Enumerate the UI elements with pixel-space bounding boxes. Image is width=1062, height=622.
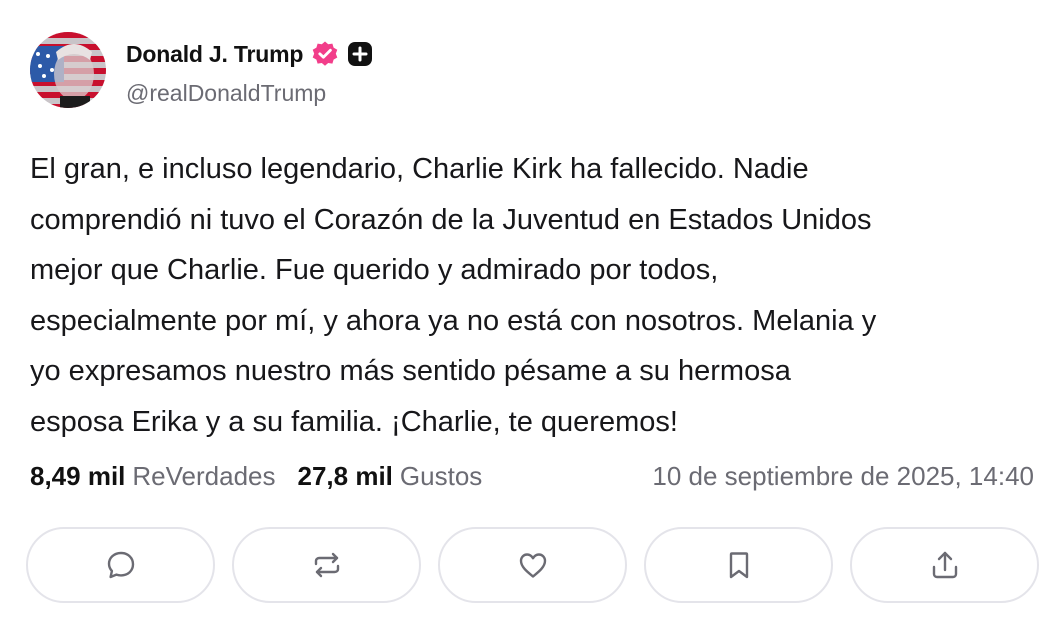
verified-check-badge-icon xyxy=(311,40,339,68)
share-upload-icon xyxy=(932,551,957,579)
comment-bubble-icon xyxy=(107,551,134,579)
reposts-count[interactable]: 8,49 mil xyxy=(30,461,125,492)
heart-icon xyxy=(519,553,546,578)
like-button[interactable] xyxy=(438,527,627,603)
post-timestamp: 10 de septiembre de 2025, 14:40 xyxy=(652,461,1034,491)
bookmark-button[interactable] xyxy=(644,527,833,603)
post-text: El gran, e incluso legendario, Charlie K… xyxy=(30,153,877,438)
bookmark-icon xyxy=(729,552,748,579)
share-button[interactable] xyxy=(850,527,1039,603)
reposts-label[interactable]: ReVerdades xyxy=(132,461,275,492)
post-actions xyxy=(26,527,1039,603)
likes-count[interactable]: 27,8 mil xyxy=(298,461,393,492)
plus-badge-icon xyxy=(347,41,373,67)
reply-button[interactable] xyxy=(26,527,215,603)
author-handle[interactable]: @realDonaldTrump xyxy=(126,80,326,107)
avatar-image xyxy=(30,32,106,108)
post-stats: 8,49 mil ReVerdades 27,8 mil Gustos 10 d… xyxy=(30,461,1034,492)
author-name-row: Donald J. Trump xyxy=(126,40,373,68)
author-display-name[interactable]: Donald J. Trump xyxy=(126,41,303,68)
avatar[interactable] xyxy=(30,32,106,108)
repost-arrows-icon xyxy=(314,552,339,578)
likes-label[interactable]: Gustos xyxy=(400,461,482,492)
repost-button[interactable] xyxy=(232,527,421,603)
